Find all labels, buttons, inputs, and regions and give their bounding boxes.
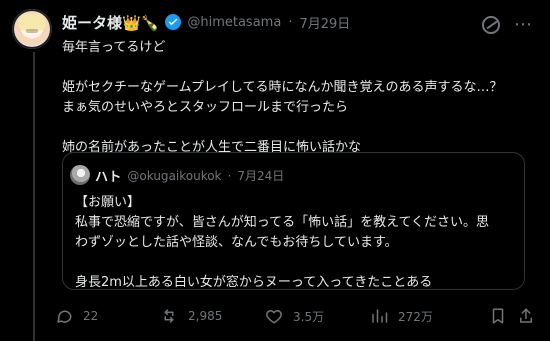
quoted-author-avatar[interactable] (70, 165, 90, 185)
tweet-secondary-actions (489, 307, 535, 325)
tweet-top-actions: ⋯ (482, 14, 534, 35)
repost-count: 2,985 (188, 309, 223, 323)
views-count: 272万 (398, 309, 433, 324)
more-options-icon[interactable]: ⋯ (514, 14, 534, 35)
reply-button[interactable]: 22 (55, 307, 160, 325)
repost-icon (164, 309, 174, 323)
quoted-tweet-text: 【お願い】 私事で恐縮ですが、皆さんが知ってる「怖い話」を教えてください。思 わ… (75, 195, 490, 290)
tweet-text: 毎年言ってるけど 姫がセクチーなゲームプレイしてる時になんか聞き覚えのある声する… (62, 40, 503, 155)
like-button[interactable]: 3.5万 (265, 307, 370, 325)
tweet-header: 姫ータ様👑🍾 @himetasama · 7月29日 (62, 12, 350, 32)
thread-line (33, 52, 35, 341)
tweet[interactable]: 姫ータ様👑🍾 @himetasama · 7月29日 ⋯ 毎年言ってるけど 姫が… (0, 0, 550, 341)
grok-icon[interactable] (482, 15, 500, 34)
views-button[interactable]: 272万 (370, 307, 475, 325)
reply-count: 22 (83, 309, 99, 323)
repost-button[interactable]: 2,985 (160, 307, 265, 325)
separator-dot: · (288, 14, 293, 30)
tweet-actions: 22 2,985 3.5万 272万 (55, 307, 535, 325)
author-handle[interactable]: @himetasama (187, 15, 281, 30)
author-name[interactable]: 姫ータ様👑🍾 (62, 12, 159, 33)
share-icon[interactable] (517, 307, 535, 325)
verified-badge-icon (165, 14, 182, 30)
quoted-author-name[interactable]: ハト (95, 166, 121, 185)
quoted-tweet-header: ハト @okugaikoukok · 7月24日 (95, 166, 284, 186)
like-count: 3.5万 (293, 309, 325, 324)
like-icon (266, 310, 282, 324)
author-avatar[interactable] (12, 9, 52, 49)
quoted-author-handle[interactable]: @okugaikoukok (127, 169, 221, 183)
views-icon (372, 309, 388, 323)
quoted-tweet-date[interactable]: 7月24日 (237, 167, 284, 184)
quoted-date-separator: · (227, 168, 232, 183)
quoted-tweet[interactable]: ハト @okugaikoukok · 7月24日 【お願い】 私事で恐縮ですが、… (62, 152, 525, 290)
tweet-date[interactable]: 7月29日 (299, 13, 350, 32)
bookmark-icon[interactable] (489, 307, 507, 325)
reply-icon (57, 310, 72, 323)
